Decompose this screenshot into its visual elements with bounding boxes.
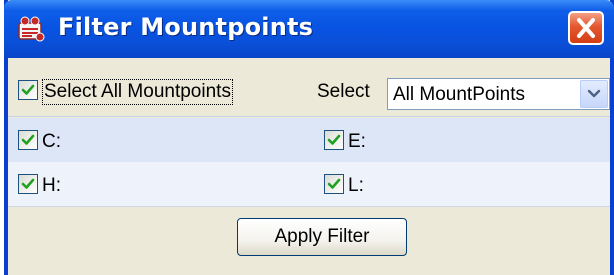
mountpoint-checkbox-l[interactable] — [324, 174, 344, 194]
divider — [8, 206, 610, 207]
title-bar[interactable]: Filter Mountpoints — [4, 0, 614, 58]
mountpoint-row: C: E: — [8, 118, 610, 162]
checkmark-icon — [327, 178, 341, 189]
filter-mountpoints-dialog: Filter Mountpoints Select All Mountpoint… — [4, 0, 614, 275]
checkmark-icon — [21, 134, 35, 145]
mountpoint-row: H: L: — [8, 162, 610, 206]
chevron-down-icon — [587, 89, 601, 98]
mountpoint-checkbox-e[interactable] — [324, 130, 344, 150]
app-logo-icon — [16, 15, 46, 43]
divider — [8, 116, 610, 117]
apply-filter-button[interactable]: Apply Filter — [237, 218, 407, 256]
select-all-checkbox[interactable] — [18, 80, 38, 100]
checkmark-icon — [21, 178, 35, 189]
mountpoint-label-e[interactable]: E: — [348, 131, 366, 153]
mountpoint-label-l[interactable]: L: — [348, 175, 364, 197]
mountpoint-label-h[interactable]: H: — [42, 175, 61, 197]
close-button[interactable] — [568, 11, 604, 45]
dialog-content: Select All Mountpoints Select All MountP… — [8, 58, 610, 275]
select-all-label[interactable]: Select All Mountpoints — [42, 79, 233, 105]
mountpoint-label-c[interactable]: C: — [42, 131, 61, 153]
select-label: Select — [317, 81, 370, 102]
mountpoint-checkbox-c[interactable] — [18, 130, 38, 150]
select-value: All MountPoints — [393, 84, 526, 105]
dropdown-button[interactable] — [580, 80, 608, 108]
close-icon — [577, 18, 595, 38]
checkmark-icon — [327, 134, 341, 145]
mountpoint-checkbox-h[interactable] — [18, 174, 38, 194]
checkmark-icon — [21, 84, 35, 95]
select-all-row: Select All Mountpoints Select All MountP… — [8, 66, 610, 114]
window-title: Filter Mountpoints — [58, 13, 314, 41]
mountpoints-select[interactable]: All MountPoints — [387, 78, 610, 110]
